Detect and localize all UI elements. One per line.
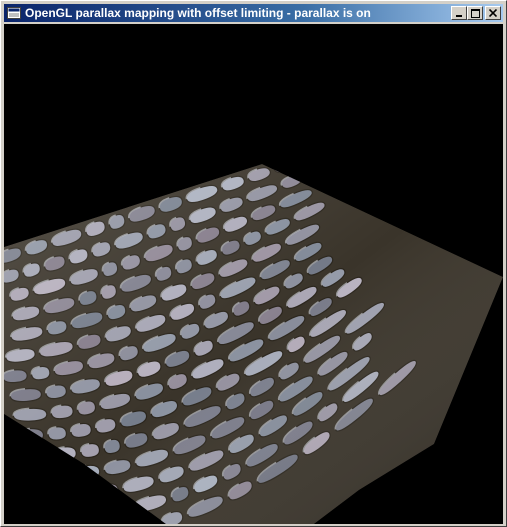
rendered-scene — [4, 24, 503, 524]
maximize-icon — [470, 8, 480, 18]
minimize-icon — [456, 15, 462, 17]
app-window: OpenGL parallax mapping with offset limi… — [0, 0, 507, 527]
caption-buttons — [451, 6, 501, 20]
window-app-icon[interactable] — [6, 6, 22, 20]
title-bar[interactable]: OpenGL parallax mapping with offset limi… — [4, 4, 503, 22]
minimize-button[interactable] — [451, 6, 467, 20]
close-icon — [489, 9, 497, 17]
close-button[interactable] — [485, 6, 501, 20]
window-title: OpenGL parallax mapping with offset limi… — [25, 6, 371, 20]
opengl-viewport[interactable] — [4, 24, 503, 524]
maximize-button[interactable] — [467, 6, 483, 20]
